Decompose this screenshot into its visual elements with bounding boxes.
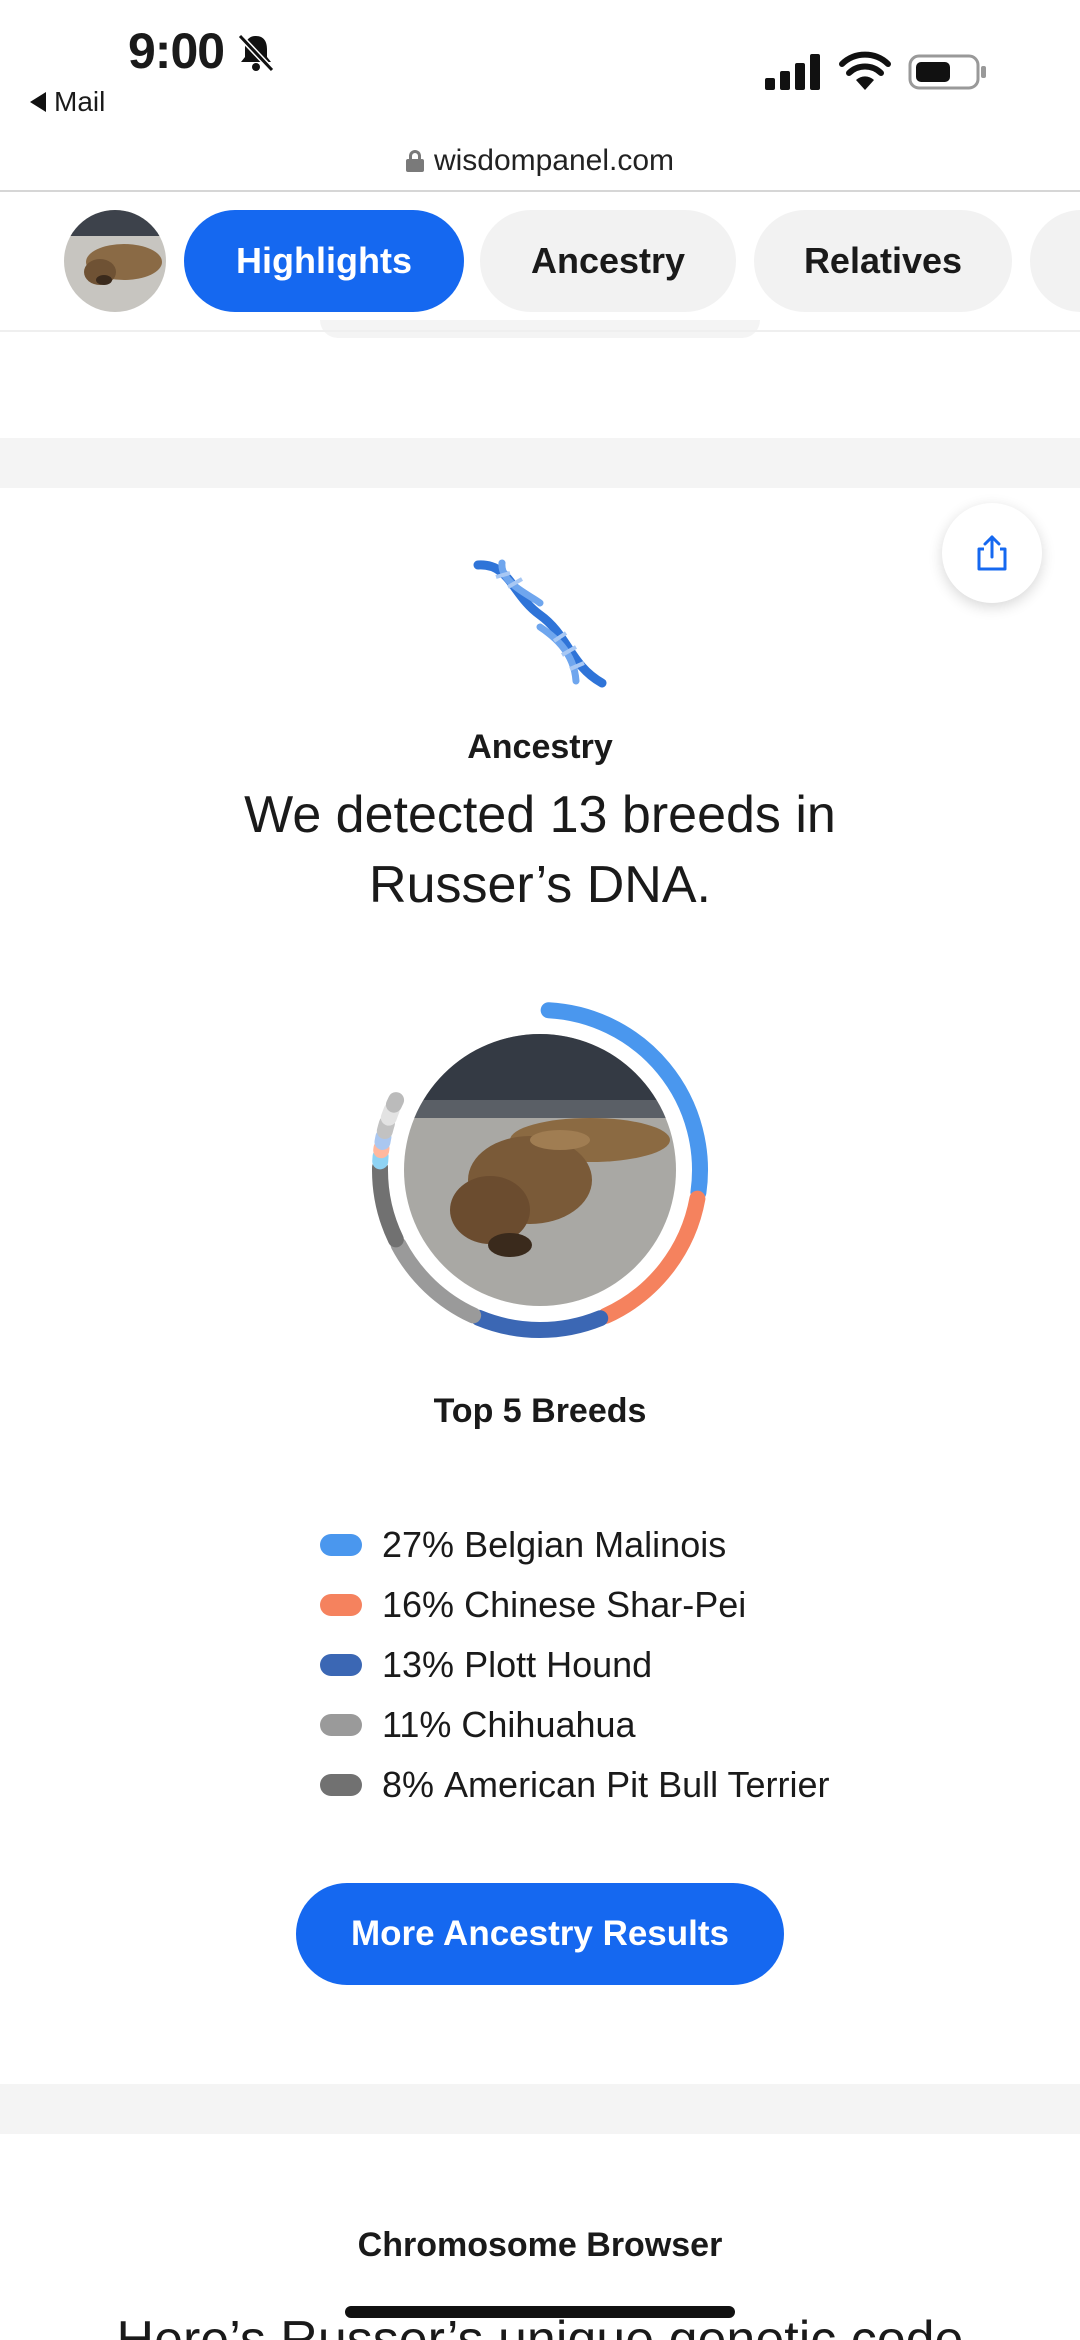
back-to-mail-label: Mail — [54, 86, 106, 117]
legend-item: 13% Plott Hound — [320, 1635, 980, 1695]
lock-icon — [405, 150, 424, 172]
url-text: wisdompanel.com — [433, 144, 675, 177]
url-bar[interactable]: wisdompanel.com — [0, 130, 1080, 192]
legend-percent: 11% — [382, 1704, 452, 1745]
ghost-pill — [320, 320, 760, 338]
legend-swatch — [320, 1654, 362, 1676]
breed-donut-chart — [372, 1002, 708, 1338]
dog-avatar[interactable] — [64, 210, 166, 312]
tab-more[interactable] — [1030, 210, 1080, 312]
battery-icon — [908, 54, 986, 90]
back-arrow-icon — [30, 92, 46, 112]
section-separator — [0, 2084, 1080, 2134]
share-icon — [977, 535, 1007, 571]
tab-relatives[interactable]: Relatives — [754, 210, 1012, 312]
legend-item: 11% Chihuahua — [320, 1695, 980, 1755]
ancestry-section-label: Ancestry — [467, 728, 613, 766]
donut-slice — [470, 1309, 609, 1338]
dna-icon — [473, 559, 607, 688]
share-button[interactable] — [942, 503, 1042, 603]
legend-swatch — [320, 1774, 362, 1796]
dog-photo — [404, 1034, 676, 1306]
legend-item: 27% Belgian Malinois — [320, 1515, 980, 1575]
cellular-signal-icon — [765, 54, 820, 90]
home-indicator — [345, 2306, 735, 2318]
status-time: 9:00 — [128, 23, 225, 79]
legend-breed-name: Chihuahua — [461, 1704, 636, 1745]
ancestry-headline: We detected 13 breeds in Russer’s DNA. — [244, 786, 836, 914]
legend-swatch — [320, 1534, 362, 1556]
tab-ancestry[interactable]: Ancestry — [480, 210, 736, 312]
section-separator — [0, 438, 1080, 488]
back-to-mail-link[interactable]: Mail — [30, 86, 105, 118]
legend-percent: 27% — [382, 1524, 455, 1565]
donut-slice-other — [385, 1092, 405, 1113]
legend-breed-name: American Pit Bull Terrier — [444, 1764, 830, 1805]
tab-bar: Highlights Ancestry Relatives — [0, 192, 1080, 332]
status-bar: 9:00 Mail — [0, 0, 1080, 130]
top-breeds-label: Top 5 Breeds — [433, 1392, 647, 1430]
legend-percent: 13% — [382, 1644, 455, 1685]
wifi-icon — [839, 51, 891, 90]
legend-swatch — [320, 1714, 362, 1736]
more-ancestry-results-button[interactable]: More Ancestry Results — [296, 1883, 784, 1985]
legend-item: 8% American Pit Bull Terrier — [320, 1755, 980, 1815]
divider — [0, 330, 1080, 332]
legend-percent: 8% — [382, 1764, 435, 1805]
legend-breed-name: Plott Hound — [464, 1644, 653, 1685]
legend-percent: 16% — [382, 1584, 455, 1625]
tab-highlights[interactable]: Highlights — [184, 210, 464, 312]
donut-slice — [372, 1159, 404, 1248]
legend-swatch — [320, 1594, 362, 1616]
breed-legend: 27% Belgian Malinois 16% Chinese Shar-Pe… — [320, 1515, 980, 1815]
legend-breed-name: Chinese Shar-Pei — [464, 1584, 747, 1625]
chromosome-section-label: Chromosome Browser — [357, 2226, 723, 2264]
silent-bell-icon — [237, 33, 275, 73]
legend-item: 16% Chinese Shar-Pei — [320, 1575, 980, 1635]
legend-breed-name: Belgian Malinois — [464, 1524, 727, 1565]
